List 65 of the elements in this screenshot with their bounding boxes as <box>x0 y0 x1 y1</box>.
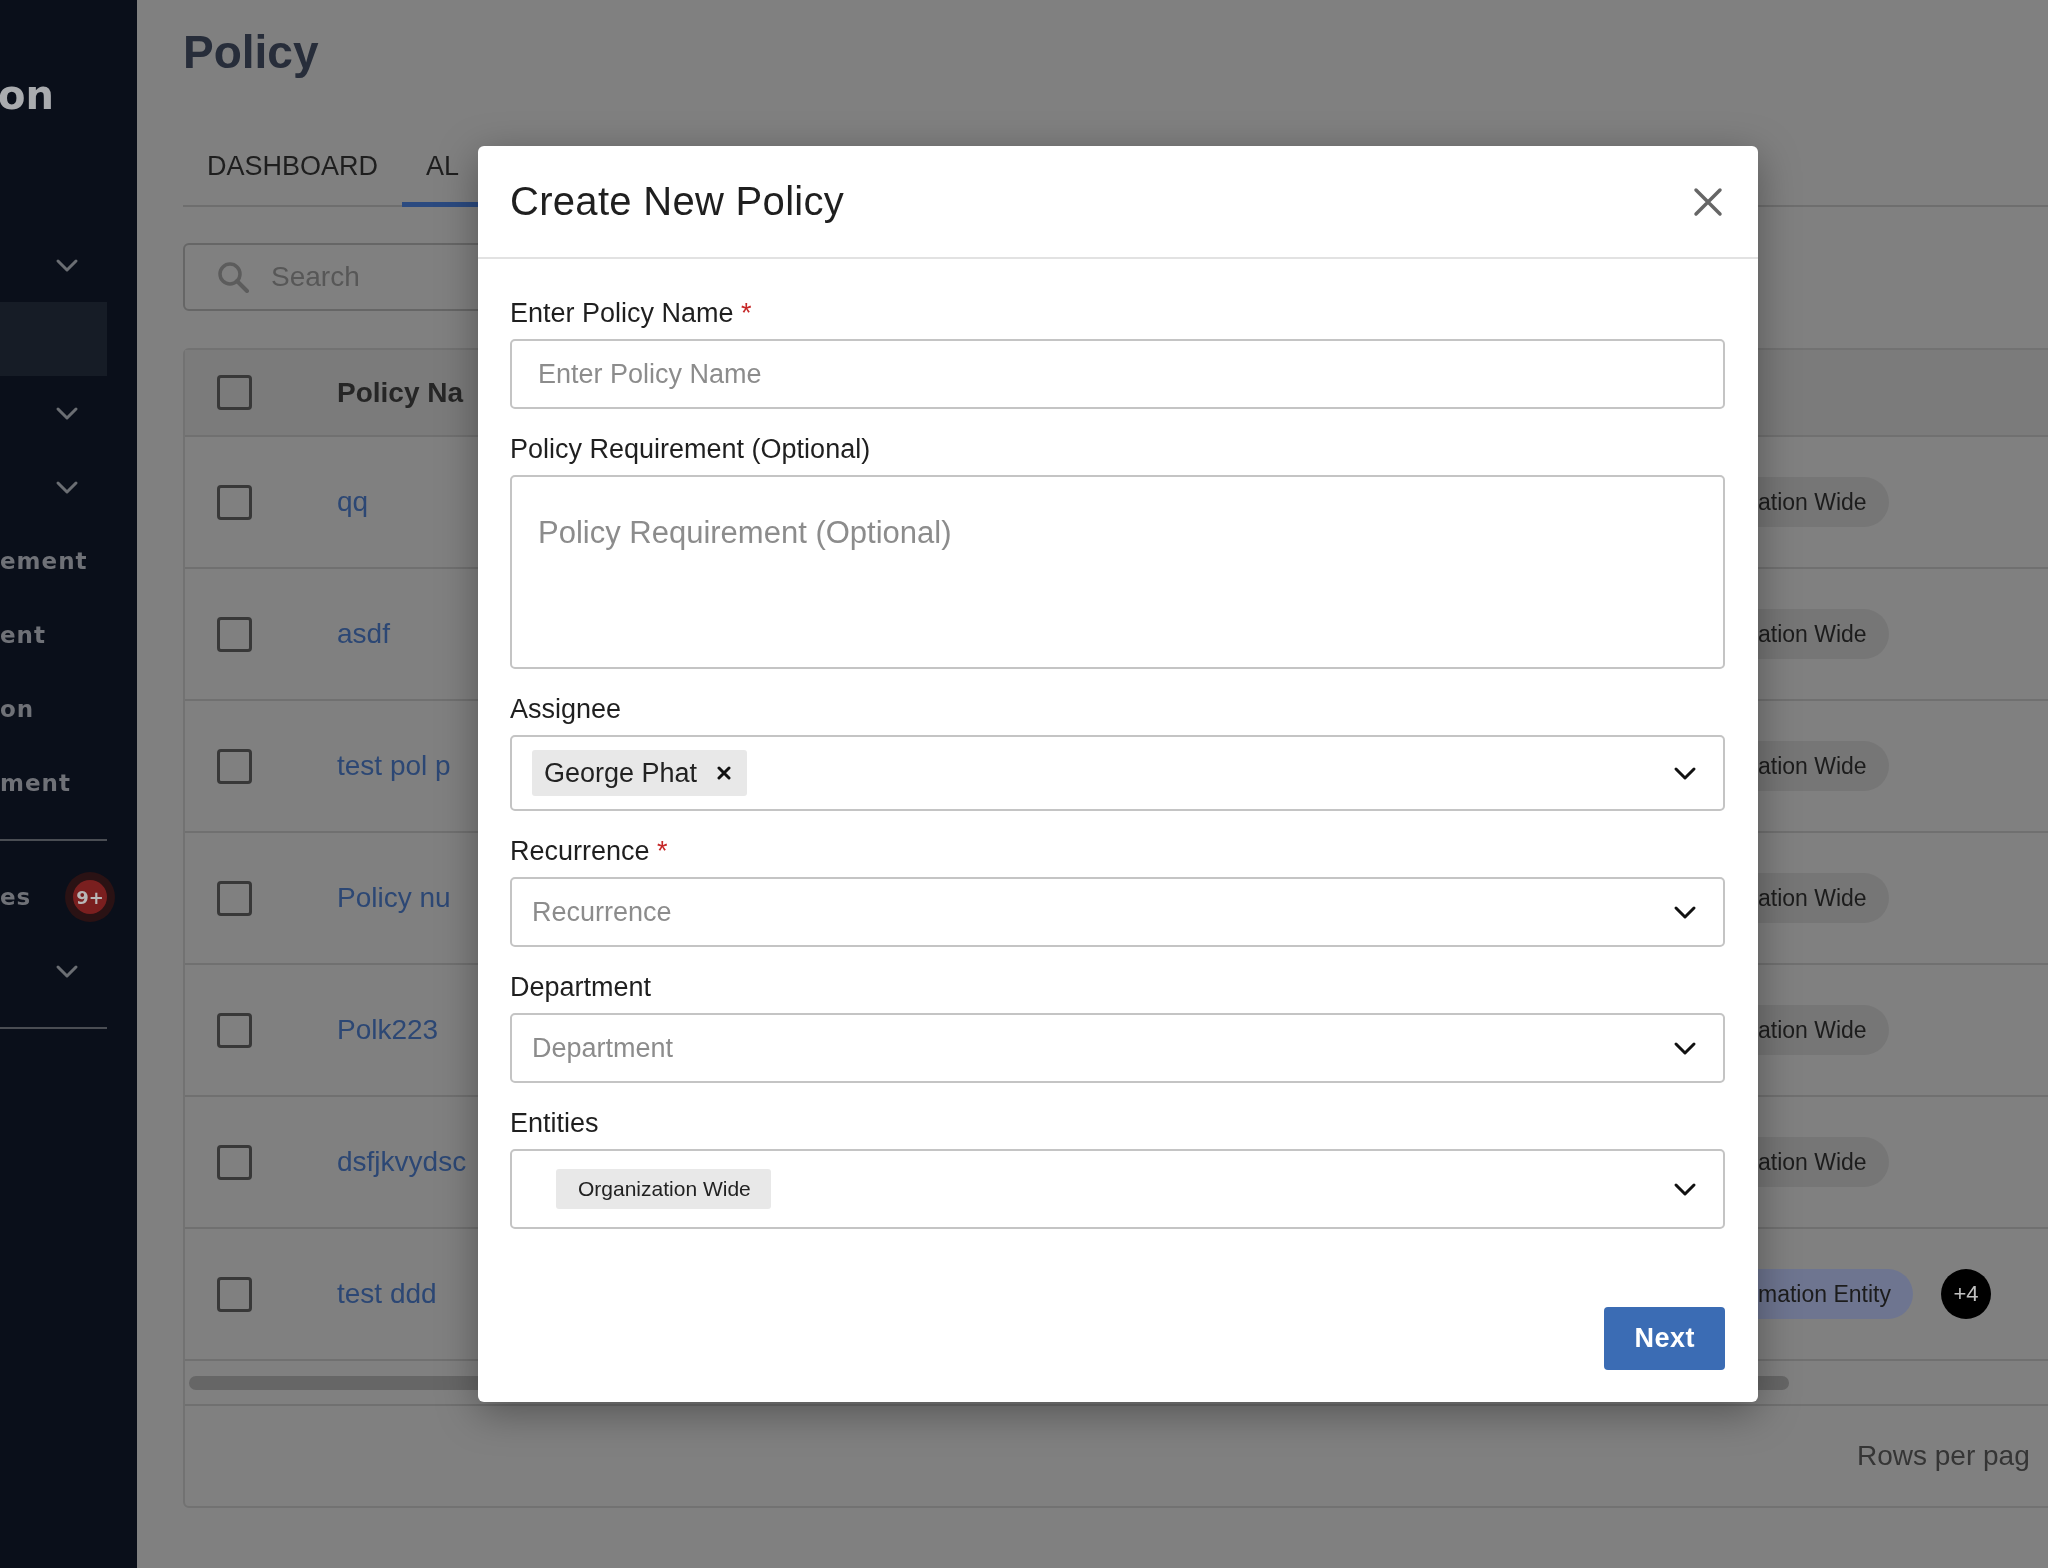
chevron-down-icon <box>1673 1181 1697 1197</box>
policy-name-link[interactable]: Polk223 <box>337 1014 439 1045</box>
row-checkbox[interactable] <box>217 484 252 520</box>
chevron-down-icon <box>1673 904 1697 920</box>
next-button[interactable]: Next <box>1604 1307 1725 1370</box>
policy-name-link[interactable]: test pol p <box>337 750 451 781</box>
entity-tag: ation Wide <box>1758 609 1889 659</box>
field-label: Policy Requirement (Optional) <box>510 433 872 466</box>
dropdown-field[interactable]: Recurrence <box>510 877 1725 947</box>
chevron-down-icon[interactable] <box>55 963 79 979</box>
chevron-down-icon <box>1673 765 1697 781</box>
entity-tag: ation Wide <box>1758 1005 1889 1055</box>
remove-icon[interactable] <box>717 766 732 780</box>
entity-tag: ation Wide <box>1758 873 1889 923</box>
policy-name-input[interactable]: Enter Policy Name <box>510 339 1725 409</box>
sidebar-item-label: es <box>0 884 32 910</box>
notification-badge: 9+ <box>65 872 115 922</box>
assignee-chip: George Phat <box>532 750 748 796</box>
field-label: Recurrence * <box>510 835 669 868</box>
sidebar-item[interactable]: ment <box>0 746 118 820</box>
sidebar-item-label: ement <box>0 548 88 574</box>
policy-name-link[interactable]: dsfjkvydsc <box>337 1146 467 1177</box>
more-count-badge: +4 <box>1940 1269 1991 1319</box>
chevron-down-icon[interactable] <box>55 257 79 273</box>
row-checkbox[interactable] <box>217 1276 252 1312</box>
row-checkbox[interactable] <box>217 1012 252 1048</box>
sidebar-item[interactable]: on <box>0 672 118 746</box>
search-icon <box>217 261 249 293</box>
sidebar-item-label: ment <box>0 770 71 796</box>
chevron-down-icon[interactable] <box>55 405 79 421</box>
policy-name-link[interactable]: asdf <box>337 618 390 649</box>
field-label: Entities <box>510 1107 600 1140</box>
close-button[interactable] <box>1692 185 1724 218</box>
dropdown-field[interactable]: George Phat <box>510 735 1725 811</box>
row-checkbox[interactable] <box>217 748 252 784</box>
field-label: Department <box>510 971 653 1004</box>
entity-tag: Organization Wide <box>556 1169 771 1209</box>
policy-name-link[interactable]: Policy nu <box>337 882 451 913</box>
app-title: on <box>0 71 54 120</box>
entity-tag: ation Wide <box>1758 477 1889 527</box>
tab[interactable]: DASHBOARD <box>183 130 403 207</box>
sidebar-item[interactable]: es 9+ <box>0 860 118 934</box>
policy-name-link[interactable]: qq <box>337 486 369 517</box>
row-checkbox[interactable] <box>217 616 252 652</box>
row-checkbox[interactable] <box>217 880 252 916</box>
dropdown-field[interactable]: Organization Wide <box>510 1149 1725 1229</box>
field-label: Enter Policy Name * <box>510 297 753 330</box>
row-checkbox[interactable] <box>217 1144 252 1180</box>
chevron-down-icon <box>1673 1040 1697 1056</box>
dropdown-field[interactable]: Department <box>510 1013 1725 1083</box>
sidebar-item-label: ent <box>0 622 46 648</box>
entity-tag: ation Wide <box>1758 1137 1889 1187</box>
requirement-textarea[interactable]: Policy Requirement (Optional) <box>510 475 1725 669</box>
entity-tag: mation Entity <box>1758 1269 1913 1319</box>
sidebar-item[interactable]: ement <box>0 524 118 598</box>
entity-tag: ation Wide <box>1758 741 1889 791</box>
field-label: Assignee <box>510 693 623 726</box>
select-all-checkbox[interactable] <box>217 375 252 410</box>
page-title: Policy <box>183 25 320 80</box>
chevron-down-icon[interactable] <box>55 479 79 495</box>
rows-per-page-label: Rows per pag <box>1857 1440 2030 1472</box>
close-icon <box>1692 185 1724 218</box>
policy-name-link[interactable]: test ddd <box>337 1278 437 1309</box>
sidebar-item[interactable]: ent <box>0 598 118 672</box>
sidebar-item-label: on <box>0 696 35 722</box>
